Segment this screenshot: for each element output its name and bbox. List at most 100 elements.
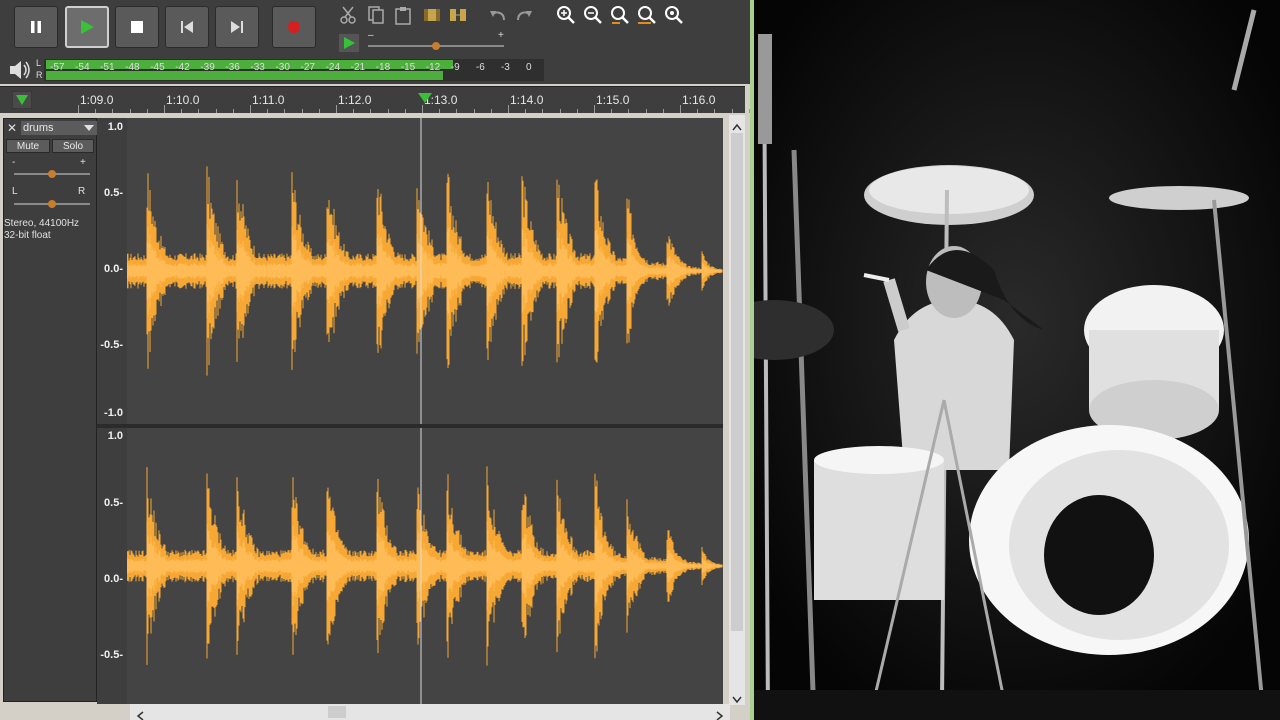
timeline-label: 1:15.0: [596, 93, 630, 107]
timeline-tick: [542, 109, 544, 113]
meter-tick-label: -51: [100, 62, 115, 73]
meter-tick-label: -48: [125, 62, 140, 73]
vertical-scrollbar[interactable]: [729, 115, 745, 705]
speed-slider-thumb[interactable]: [432, 42, 440, 50]
timeline-options-icon[interactable]: [11, 90, 33, 114]
horizontal-scroll-thumb[interactable]: [328, 706, 346, 718]
timeline-tick: [387, 109, 389, 113]
timeline-tick: [370, 109, 372, 113]
fit-selection-icon[interactable]: [608, 3, 632, 27]
meter-tick-label: 0: [526, 62, 532, 73]
speed-plus-label: +: [498, 30, 504, 41]
meter-tick-label: -45: [150, 62, 165, 73]
meter-tick-label: -54: [75, 62, 90, 73]
timeline-tick: [198, 109, 200, 113]
timeline-label: 1:10.0: [166, 93, 200, 107]
track-format-info: Stereo, 44100Hz: [4, 218, 80, 229]
zoom-in-icon[interactable]: [554, 3, 578, 27]
waveform-left-channel[interactable]: [127, 118, 723, 424]
solo-button[interactable]: Solo: [52, 139, 94, 153]
timeline-tick: [284, 109, 286, 113]
speed-slider[interactable]: [368, 42, 504, 50]
track-bitdepth-info: 32-bit float: [4, 230, 51, 241]
stop-icon: [131, 21, 143, 33]
meter-right-label: R: [36, 70, 43, 80]
speed-minus-label: –: [368, 30, 374, 41]
waveform-right-channel[interactable]: [127, 428, 723, 704]
timeline-tick: [559, 109, 561, 113]
zoom-toggle-icon[interactable]: [662, 3, 686, 27]
timeline-tick: [456, 109, 458, 113]
vertical-ruler-right-channel[interactable]: 1.0 0.5- 0.0- -0.5-: [97, 428, 127, 704]
copy-icon[interactable]: [364, 3, 388, 27]
transport-toolbar: [0, 0, 330, 56]
timeline-tick: [680, 105, 681, 113]
pan-slider-thumb[interactable]: [48, 200, 56, 208]
vertical-scroll-thumb[interactable]: [731, 133, 743, 631]
vruler-label: -0.5-: [100, 649, 123, 661]
skip-to-end-button[interactable]: [215, 6, 259, 48]
vruler-label: -1.0: [104, 407, 123, 419]
track-name-menu[interactable]: drums: [21, 121, 97, 135]
meter-tick-label: -21: [350, 62, 366, 73]
pause-icon: [31, 21, 41, 33]
stop-button[interactable]: [115, 6, 159, 48]
fit-project-icon[interactable]: [635, 3, 659, 27]
timeline-tick: [697, 109, 699, 113]
record-button[interactable]: [272, 6, 316, 48]
scroll-down-icon[interactable]: [732, 691, 742, 709]
timeline-tick: [318, 109, 320, 113]
cut-icon[interactable]: [336, 3, 360, 27]
audacity-window: – + L R -57 -54 -51 -48 -45 -42 -39 -36 -33 -30 -2…: [0, 0, 750, 720]
meter-tick-label: -27: [300, 62, 315, 73]
trim-icon[interactable]: [420, 3, 444, 27]
timeline-ruler[interactable]: 1:09.0 1:10.0 1:11.0 1:12.0 1:13.0 1:14.0 1:15…: [0, 86, 750, 114]
play-at-speed-button[interactable]: [337, 32, 361, 58]
track-control-panel: ✕ drums Mute Solo - + L R Stereo, 44100H…: [3, 118, 97, 702]
redo-icon[interactable]: [512, 3, 536, 27]
gain-slider-thumb[interactable]: [48, 170, 56, 178]
meter-tick-label: -12: [425, 62, 441, 73]
gain-minus-label: -: [12, 157, 16, 168]
pause-button[interactable]: [14, 6, 58, 48]
mute-button[interactable]: Mute: [6, 139, 50, 153]
scroll-right-icon[interactable]: [716, 708, 724, 720]
timeline-tick: [645, 109, 647, 113]
meter-tick-label: -57: [50, 62, 65, 73]
meter-tick-label: -6: [475, 62, 485, 73]
zoom-out-icon[interactable]: [581, 3, 605, 27]
drummer-photo: [750, 0, 1280, 720]
timeline-label: 1:11.0: [252, 93, 285, 107]
scroll-left-icon[interactable]: [136, 708, 144, 720]
close-track-button[interactable]: ✕: [6, 121, 18, 135]
playback-meter[interactable]: -57 -54 -51 -48 -45 -42 -39 -36 -33 -30 -27 -24 -21-…: [44, 59, 544, 81]
timeline-tick: [628, 109, 630, 113]
playhead-marker[interactable]: [418, 90, 432, 108]
paste-icon[interactable]: [391, 3, 415, 27]
timeline-label: 1:16.0: [682, 93, 716, 107]
vruler-label: -0.5-: [100, 339, 123, 351]
timeline-tick: [95, 109, 97, 113]
play-button[interactable]: [65, 6, 109, 48]
pan-slider[interactable]: [14, 200, 90, 208]
gain-slider[interactable]: [14, 170, 90, 178]
timeline-tick: [164, 105, 165, 113]
vruler-label: 0.5-: [104, 187, 123, 199]
vertical-ruler-left-channel[interactable]: 1.0 0.5- 0.0- -0.5- -1.0: [97, 118, 127, 424]
horizontal-scrollbar[interactable]: [130, 704, 730, 720]
timeline-tick: [508, 105, 509, 113]
meter-toolbar: L R -57 -54 -51 -48 -45 -42 -39 -36 -33 -30 -27 -24…: [0, 56, 750, 84]
timeline-tick: [731, 109, 733, 113]
meter-left-label: L: [36, 58, 42, 68]
record-icon: [288, 21, 300, 33]
silence-icon[interactable]: [446, 3, 470, 27]
timeline-tick: [439, 109, 441, 113]
undo-icon[interactable]: [486, 3, 510, 27]
timeline-label: 1:14.0: [510, 93, 544, 107]
pan-left-label: L: [12, 186, 18, 197]
skip-end-icon: [231, 21, 243, 33]
speaker-icon: [8, 59, 32, 86]
timeline-tick: [78, 105, 79, 113]
meter-tick-label: -30: [275, 62, 290, 73]
skip-to-start-button[interactable]: [165, 6, 209, 48]
